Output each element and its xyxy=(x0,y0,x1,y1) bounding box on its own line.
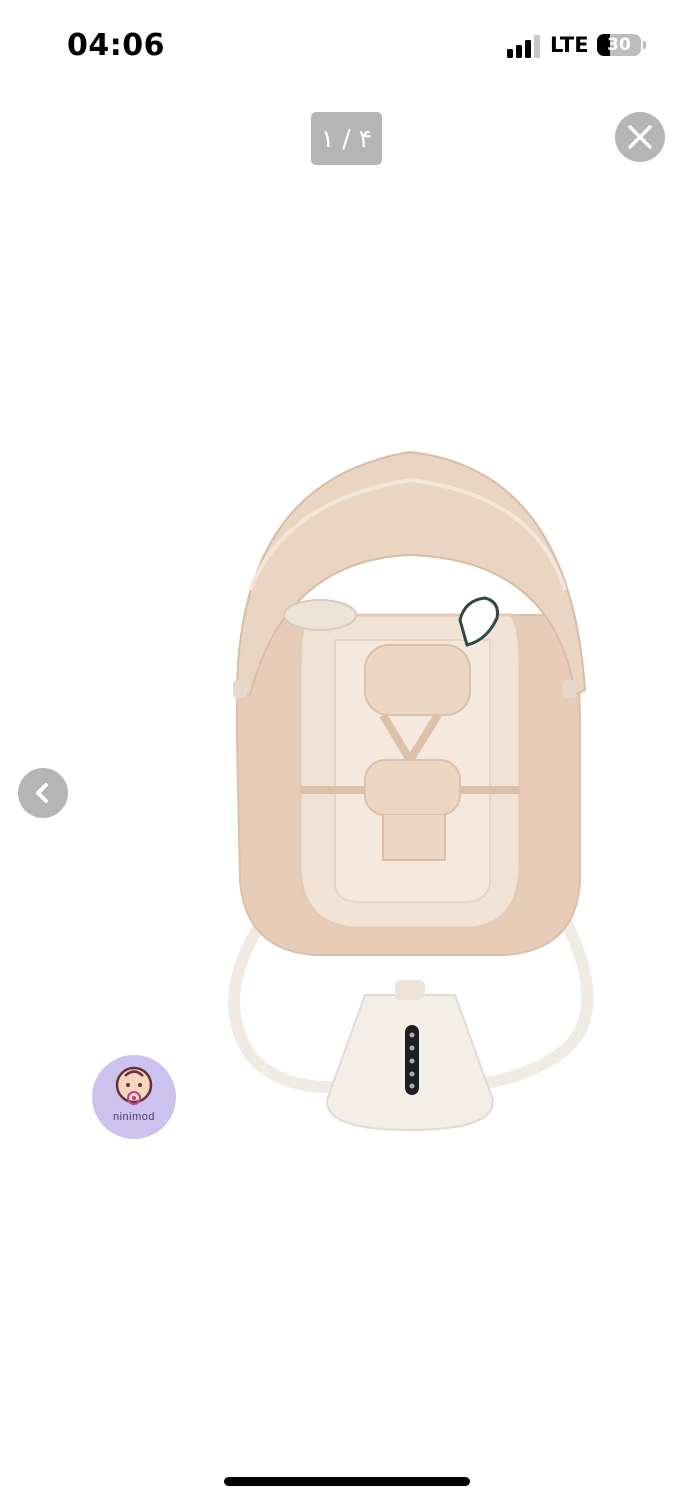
baby-face-logo-icon xyxy=(115,1066,153,1105)
cellular-signal-icon xyxy=(507,34,543,58)
headrest xyxy=(364,644,471,716)
product-image xyxy=(228,450,594,1132)
chevron-left-icon xyxy=(36,783,48,803)
brand-logo: ninimod xyxy=(92,1055,176,1139)
battery-level: 30 xyxy=(607,35,631,55)
image-page-counter: ۱ / ۴ xyxy=(311,112,382,165)
harness-buckle xyxy=(364,759,461,816)
brand-name: ninimod xyxy=(112,1111,156,1123)
close-x-icon xyxy=(628,125,652,149)
status-time: 04:06 xyxy=(67,28,165,63)
battery-icon: 30 xyxy=(597,34,641,56)
close-button[interactable] xyxy=(615,112,665,162)
battery-tip xyxy=(643,41,646,49)
status-bar: 04:06 LTE 30 xyxy=(0,0,693,90)
previous-image-button[interactable] xyxy=(18,768,68,818)
cloud-toy xyxy=(283,599,357,631)
home-indicator[interactable] xyxy=(224,1477,470,1486)
swing-stem xyxy=(395,980,425,1000)
network-type: LTE xyxy=(550,33,589,57)
